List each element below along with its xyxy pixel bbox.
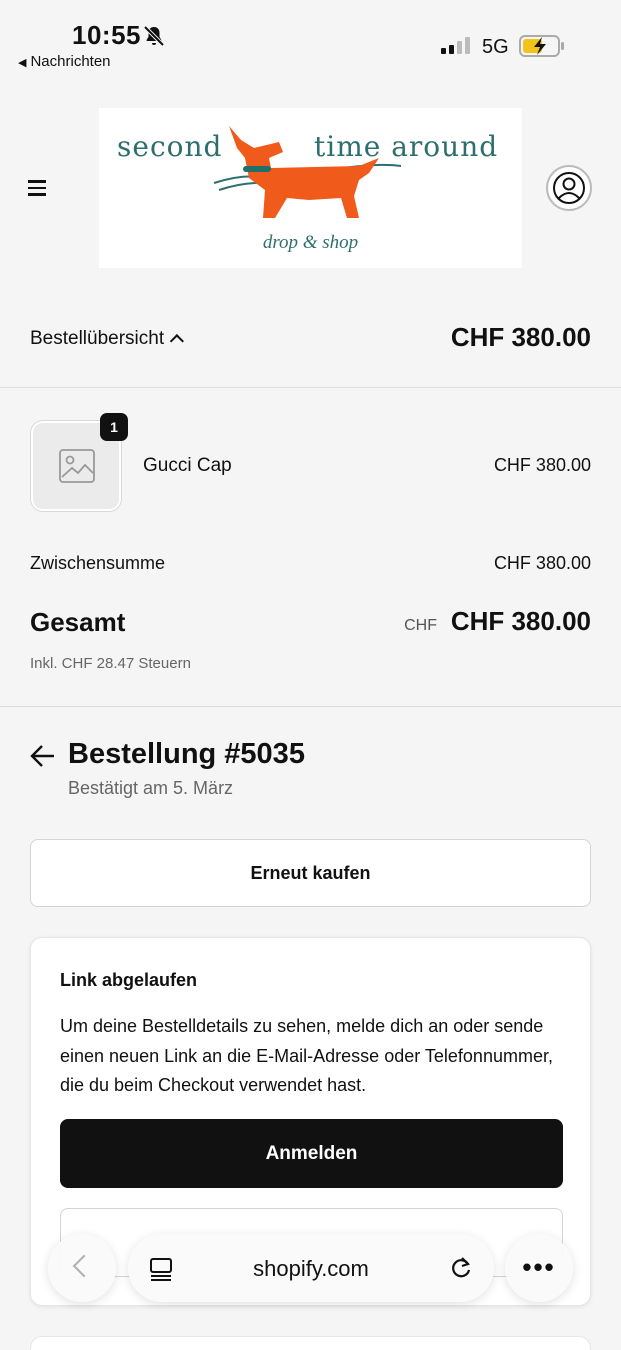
more-options-button[interactable]: ••• bbox=[505, 1234, 573, 1302]
subtotal-label: Zwischensumme bbox=[30, 553, 166, 573]
browser-toolbar: shopify.com ••• bbox=[0, 1232, 621, 1304]
tax-note: Inkl. CHF 28.47 Steuern bbox=[30, 655, 191, 672]
order-heading: Bestellung #5035 Bestätigt am 5. März bbox=[0, 738, 621, 818]
menu-button[interactable] bbox=[28, 176, 56, 200]
chevron-left-icon bbox=[72, 1254, 96, 1278]
buy-again-button[interactable]: Erneut kaufen bbox=[30, 839, 591, 907]
user-circle-icon bbox=[553, 172, 585, 204]
back-triangle-icon: ◀ bbox=[18, 57, 27, 69]
total-label: Gesamt bbox=[30, 607, 126, 637]
shop-logo[interactable]: second time around drop & shop bbox=[99, 108, 522, 268]
back-to-app-link[interactable]: ◀ Nachrichten bbox=[18, 53, 111, 70]
dachshund-logo-icon bbox=[213, 126, 402, 218]
order-title: Bestellung #5035 bbox=[68, 738, 305, 770]
network-type: 5G bbox=[482, 36, 509, 58]
login-button[interactable]: Anmelden bbox=[60, 1119, 563, 1188]
browser-back-button[interactable] bbox=[48, 1234, 116, 1302]
order-confirmed-date: Bestätigt am 5. März bbox=[68, 778, 234, 798]
logo-text-left: second bbox=[117, 130, 223, 163]
ellipsis-icon: ••• bbox=[522, 1252, 556, 1282]
product-name: Gucci Cap bbox=[143, 455, 232, 476]
status-bar: 10:55 ◀ Nachrichten 5G bbox=[0, 0, 621, 80]
bell-muted-icon bbox=[143, 25, 165, 47]
total-value: CHF 380.00 bbox=[450, 606, 591, 636]
status-time: 10:55 bbox=[72, 20, 141, 50]
shop-header: second time around drop & shop bbox=[0, 80, 621, 290]
cellular-signal-icon bbox=[441, 37, 470, 54]
account-button[interactable] bbox=[546, 165, 592, 211]
back-app-label: Nachrichten bbox=[30, 53, 111, 70]
quantity-badge: 1 bbox=[100, 413, 128, 441]
order-summary-label: Bestellübersicht bbox=[30, 328, 185, 350]
reload-icon[interactable] bbox=[448, 1255, 474, 1281]
address-bar[interactable]: shopify.com bbox=[128, 1234, 494, 1302]
order-summary-total: CHF 380.00 bbox=[450, 322, 591, 352]
order-summary-details: 1 Gucci Cap CHF 380.00 Zwischensumme CHF… bbox=[0, 389, 621, 707]
logo-tagline: drop & shop bbox=[262, 232, 359, 253]
chevron-up-icon bbox=[169, 334, 185, 349]
link-expired-text: Um deine Bestelldetails zu sehen, melde … bbox=[60, 1016, 553, 1095]
product-price: CHF 380.00 bbox=[493, 455, 591, 475]
image-placeholder-icon bbox=[59, 449, 95, 483]
url-host: shopify.com bbox=[253, 1256, 369, 1281]
next-card bbox=[30, 1336, 591, 1350]
battery-charging-icon bbox=[519, 35, 564, 57]
total-currency: CHF bbox=[404, 617, 437, 634]
arrow-left-icon[interactable] bbox=[30, 744, 56, 768]
link-expired-title: Link abgelaufen bbox=[60, 970, 198, 990]
subtotal-value: CHF 380.00 bbox=[493, 553, 591, 573]
hamburger-icon bbox=[28, 180, 46, 183]
order-summary-toggle[interactable]: Bestellübersicht CHF 380.00 bbox=[0, 290, 621, 388]
